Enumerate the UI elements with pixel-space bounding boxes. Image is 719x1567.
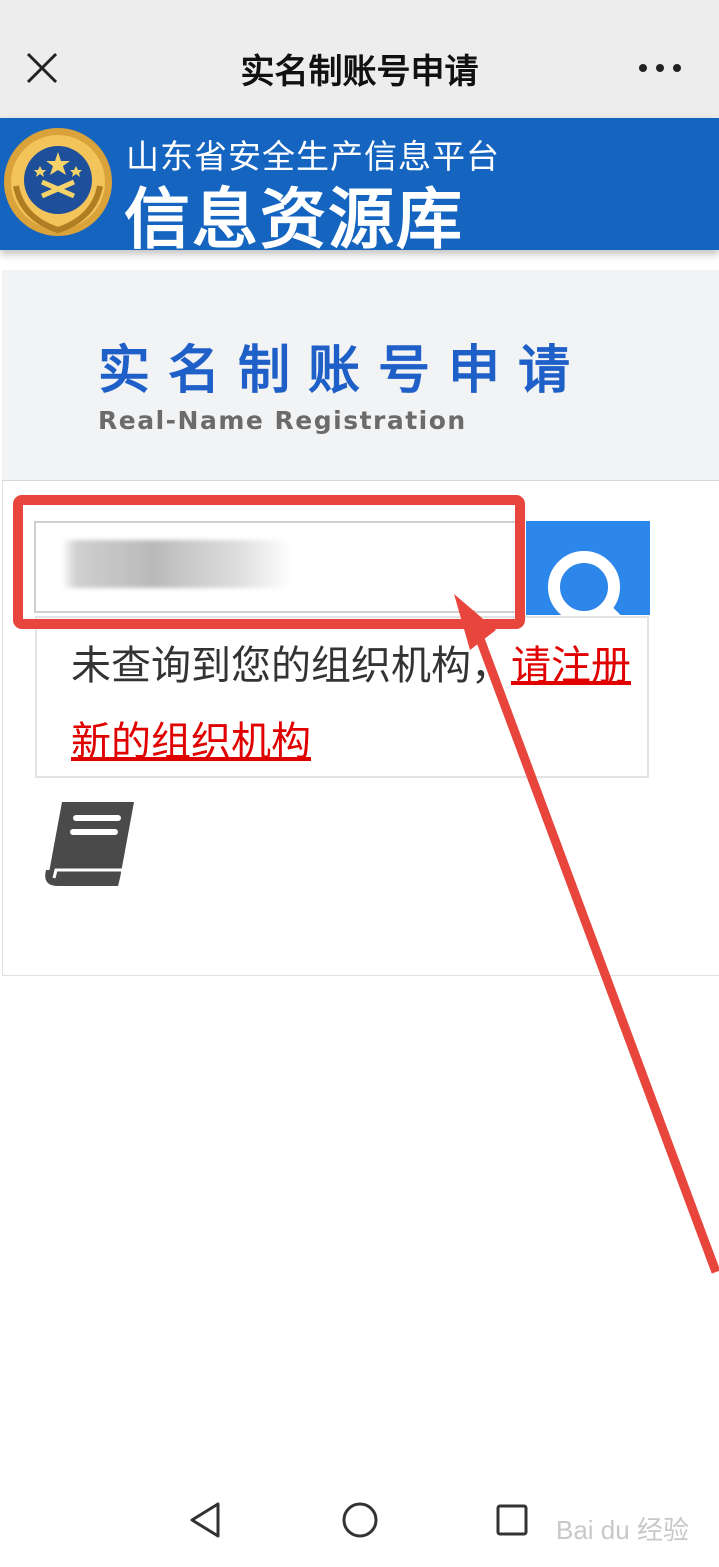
watermark-text: Bai du 经验 — [556, 1514, 689, 1545]
search-button[interactable] — [526, 521, 650, 615]
recent-square-icon — [496, 1504, 528, 1536]
result-message: 未查询到您的组织机构， — [71, 643, 511, 689]
result-message-block: 未查询到您的组织机构，请注册新的组织机构 — [71, 628, 631, 780]
heading-subtitle: Real-Name Registration — [98, 406, 467, 435]
back-button[interactable] — [176, 1490, 236, 1550]
home-button[interactable] — [330, 1490, 390, 1550]
site-banner: 山东省安全生产信息平台 信息资源库 — [0, 118, 719, 250]
more-icon — [639, 64, 681, 72]
search-icon — [548, 551, 621, 615]
heading-title: 实名制账号申请 — [98, 341, 589, 401]
baidu-watermark: Bai du 经验 — [556, 1500, 716, 1556]
registration-header: 实名制账号申请 Real-Name Registration — [2, 270, 719, 481]
more-button[interactable] — [632, 50, 688, 86]
search-result: 未查询到您的组织机构，请注册新的组织机构 — [35, 616, 649, 778]
recent-apps-button[interactable] — [482, 1490, 542, 1550]
page-title: 实名制账号申请 — [240, 52, 479, 92]
banner-title: 信息资源库 — [124, 181, 464, 250]
blurred-input-text — [62, 540, 292, 588]
back-triangle-icon — [190, 1502, 220, 1538]
emblem-icon — [4, 128, 112, 236]
banner-subtitle: 山东省安全生产信息平台 — [126, 137, 500, 176]
title-bar: 实名制账号申请 — [0, 0, 719, 118]
home-circle-icon — [342, 1502, 378, 1538]
book-icon[interactable] — [40, 798, 136, 888]
